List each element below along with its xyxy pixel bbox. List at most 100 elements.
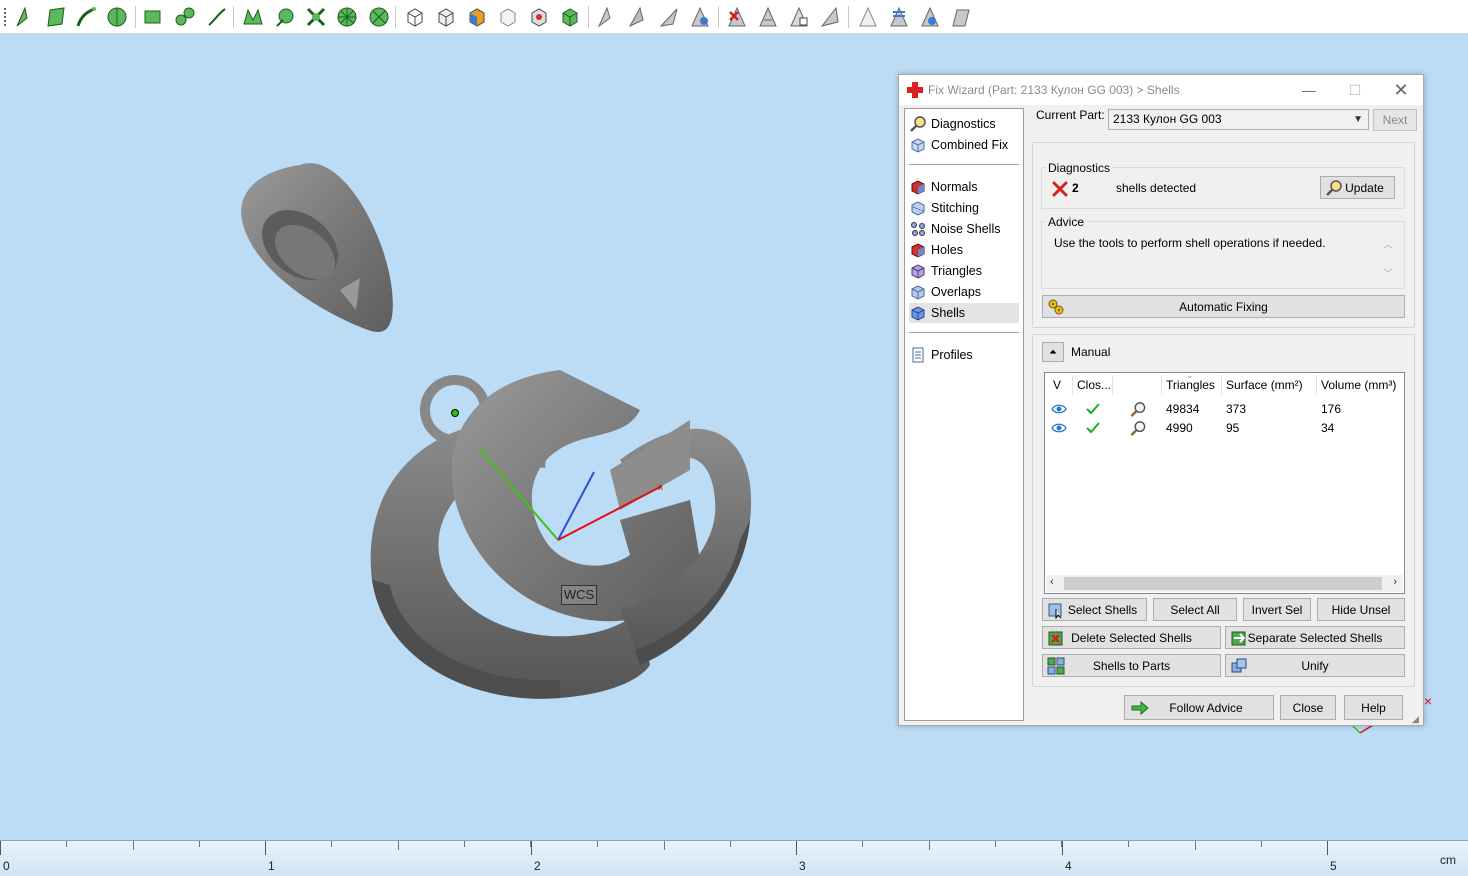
- magnifier-icon[interactable]: [1129, 401, 1147, 418]
- table-row[interactable]: 4990 95 34: [1045, 419, 1402, 438]
- model-shell-bail[interactable]: [241, 163, 393, 332]
- shells-to-parts-button[interactable]: Shells to Parts: [1042, 654, 1221, 677]
- nav-item-holes[interactable]: Holes: [909, 240, 1019, 260]
- mesh-tool-2-button[interactable]: [272, 4, 298, 30]
- nav-item-label: Holes: [931, 243, 963, 257]
- triangle-tool-2-button[interactable]: [625, 4, 651, 30]
- select-shell-button[interactable]: [104, 4, 130, 30]
- unify-icon: [1231, 658, 1247, 673]
- nav-item-shells[interactable]: Shells: [909, 303, 1019, 323]
- scroll-right-icon[interactable]: ›: [1393, 576, 1397, 588]
- mesh-tool-1-button[interactable]: [240, 4, 266, 30]
- toolbar-grip[interactable]: [4, 8, 6, 26]
- resize-grip[interactable]: ◢: [1412, 714, 1419, 725]
- triangle-tool-7-button[interactable]: [817, 4, 843, 30]
- eye-icon[interactable]: [1051, 421, 1067, 435]
- unify-button[interactable]: Unify: [1225, 654, 1405, 677]
- nav-item-diagnostics[interactable]: Diagnostics: [909, 114, 1019, 134]
- mesh-tool-4-button[interactable]: [334, 4, 360, 30]
- cube-view-1-button[interactable]: [402, 4, 428, 30]
- shells-list[interactable]: V Clos... Triangles Surface (mm²) Volume (mm…: [1044, 370, 1405, 594]
- current-part-select[interactable]: 2133 Кулон GG 003 ▼: [1108, 109, 1369, 130]
- pivot-point[interactable]: [451, 409, 459, 417]
- scroll-left-icon[interactable]: ‹: [1050, 576, 1054, 588]
- delete-selected-label: Delete Selected Shells: [1071, 630, 1192, 645]
- scroll-up-icon[interactable]: ︿: [1383, 236, 1393, 251]
- close-label: Close: [1292, 700, 1324, 715]
- cube-view-2-button[interactable]: [433, 4, 459, 30]
- brush-select-icon: [208, 8, 226, 26]
- nav-item-overlaps[interactable]: Overlaps: [909, 282, 1019, 302]
- separate-selected-shells-button[interactable]: Separate Selected Shells: [1225, 626, 1405, 649]
- stitching-icon: [911, 201, 925, 216]
- column-divider[interactable]: [1316, 375, 1317, 395]
- scroll-down-icon[interactable]: ﹀: [1383, 265, 1393, 280]
- maximize-button[interactable]: ☐: [1332, 75, 1378, 105]
- column-header[interactable]: [1113, 373, 1162, 397]
- rect-select-icon: [144, 10, 161, 24]
- mesh-tool-5-button[interactable]: [366, 4, 392, 30]
- triangle-tool-3-button[interactable]: [656, 4, 682, 30]
- cube-view-4-button[interactable]: [495, 4, 521, 30]
- column-divider[interactable]: [1161, 375, 1162, 395]
- svg-text:x: x: [658, 482, 663, 493]
- triangle-tool-11-button[interactable]: [948, 4, 974, 30]
- nav-item-combined-fix[interactable]: Combined Fix: [909, 135, 1019, 155]
- scrollbar-thumb[interactable]: [1064, 577, 1382, 590]
- hide-unsel-button[interactable]: Hide Unsel: [1317, 598, 1405, 621]
- rect-select-button[interactable]: [141, 4, 167, 30]
- bottom-ruler: cm 0 1 2 3 4 5: [0, 840, 1468, 876]
- ruler-major-tick: [796, 841, 797, 855]
- column-divider[interactable]: [1112, 375, 1113, 395]
- close-window-button[interactable]: ✕: [1378, 75, 1424, 105]
- cube-view-3-button[interactable]: [464, 4, 490, 30]
- ruler-minor-tick: [664, 841, 665, 850]
- collapse-manual-button[interactable]: ⏶: [1042, 342, 1064, 362]
- nav-item-stitching[interactable]: Stitching: [909, 198, 1019, 218]
- nav-item-label: Profiles: [931, 348, 973, 362]
- delete-selected-shells-button[interactable]: Delete Selected Shells: [1042, 626, 1221, 649]
- select-all-button[interactable]: Select All: [1153, 598, 1237, 621]
- triangle-tool-10-button[interactable]: [917, 4, 943, 30]
- mesh-tool-3-button[interactable]: [303, 4, 329, 30]
- nav-item-triangles[interactable]: Triangles: [909, 261, 1019, 281]
- nav-item-noise-shells[interactable]: Noise Shells: [909, 219, 1019, 239]
- cube-view-6-button[interactable]: [557, 4, 583, 30]
- column-header[interactable]: Clos...: [1073, 373, 1113, 397]
- triangles-cell: 49834: [1166, 402, 1200, 416]
- select-triangles-button[interactable]: [12, 4, 38, 30]
- table-row[interactable]: 49834 373 176: [1045, 400, 1402, 419]
- column-header[interactable]: V: [1049, 373, 1073, 397]
- select-shells-button[interactable]: Select Shells: [1042, 598, 1147, 621]
- minimize-button[interactable]: —: [1286, 75, 1332, 105]
- triangle-tool-9-button[interactable]: [886, 4, 912, 30]
- triangle-tool-8-button[interactable]: [855, 4, 881, 30]
- column-header[interactable]: Volume (mm³): [1317, 373, 1405, 397]
- update-button[interactable]: Update: [1320, 176, 1395, 199]
- lasso-select-button[interactable]: [172, 4, 198, 30]
- dialog-titlebar[interactable]: Fix Wizard (Part: 2133 Кулон GG 003) > S…: [899, 75, 1423, 105]
- column-header[interactable]: Surface (mm²): [1222, 373, 1317, 397]
- eye-icon[interactable]: [1051, 402, 1067, 416]
- select-surface-button[interactable]: [43, 4, 69, 30]
- help-button[interactable]: Help: [1344, 695, 1403, 720]
- next-button[interactable]: Next: [1373, 109, 1417, 131]
- automatic-fixing-button[interactable]: Automatic Fixing: [1042, 295, 1405, 318]
- horizontal-scrollbar[interactable]: ‹ ›: [1046, 575, 1403, 592]
- cube-view-5-button[interactable]: [526, 4, 552, 30]
- triangle-tool-5-button[interactable]: [755, 4, 781, 30]
- magnifier-icon[interactable]: [1129, 420, 1147, 437]
- brush-select-button[interactable]: [204, 4, 230, 30]
- follow-advice-button[interactable]: Follow Advice: [1124, 695, 1274, 720]
- column-divider[interactable]: [1072, 375, 1073, 395]
- triangle-tool-4-button[interactable]: [687, 4, 713, 30]
- nav-item-profiles[interactable]: Profiles: [909, 345, 1019, 365]
- select-curve-button[interactable]: [73, 4, 99, 30]
- invert-sel-button[interactable]: Invert Sel: [1243, 598, 1311, 621]
- nav-item-normals[interactable]: Normals: [909, 177, 1019, 197]
- triangle-tool-6-button[interactable]: [786, 4, 812, 30]
- delete-triangle-button[interactable]: [724, 4, 750, 30]
- column-divider[interactable]: [1221, 375, 1222, 395]
- triangle-tool-1-button[interactable]: [594, 4, 620, 30]
- close-button[interactable]: Close: [1280, 695, 1336, 720]
